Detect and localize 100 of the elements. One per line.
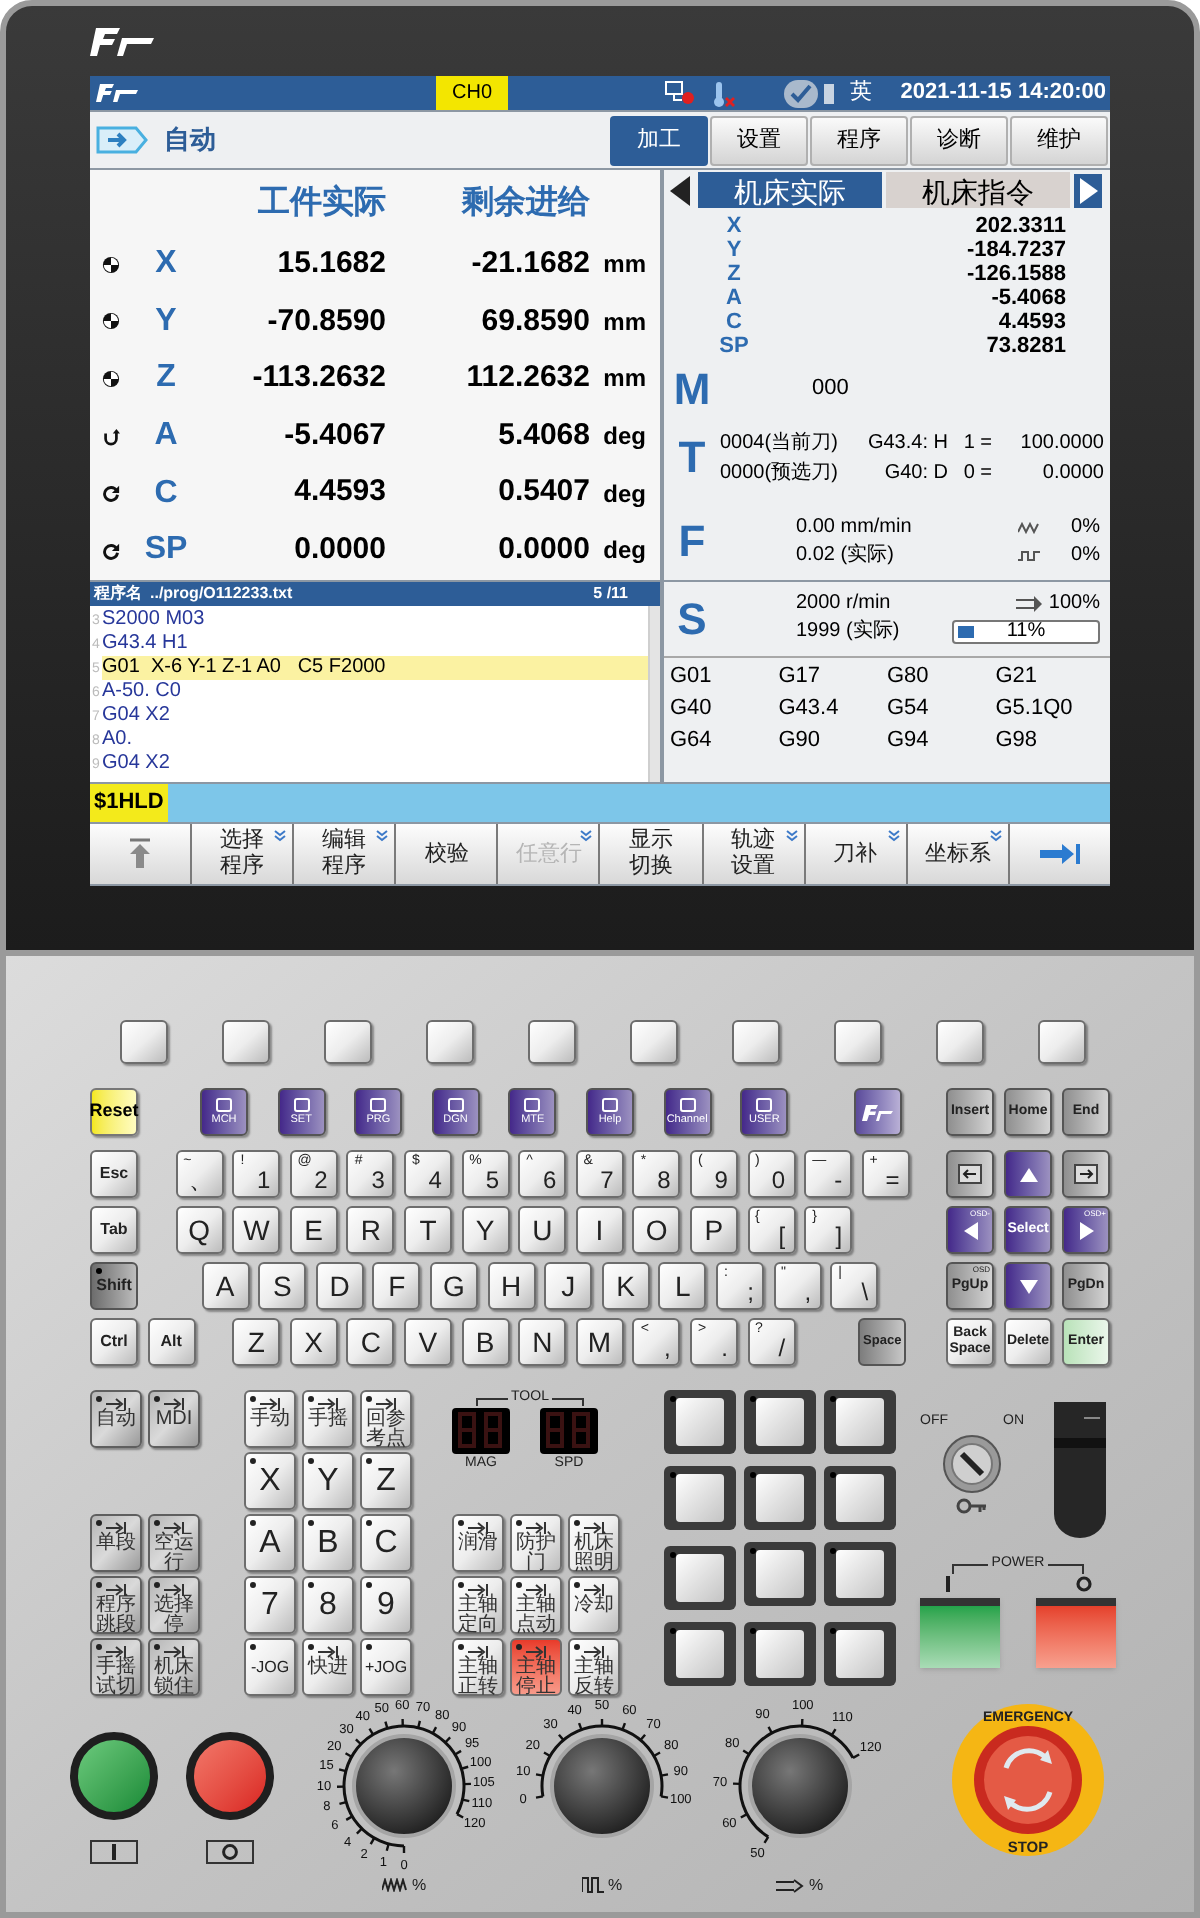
axis-key[interactable]: 手动 bbox=[244, 1390, 296, 1448]
key[interactable]: K bbox=[601, 1262, 650, 1310]
tab[interactable]: 设置 bbox=[710, 115, 808, 165]
custom-key[interactable] bbox=[824, 1466, 896, 1530]
power-on-button[interactable] bbox=[920, 1598, 1000, 1668]
blank-key[interactable] bbox=[222, 1020, 270, 1064]
blank-key[interactable] bbox=[120, 1020, 168, 1064]
mode-key[interactable]: 选择停 bbox=[148, 1576, 200, 1634]
function-key[interactable]: 机床照明 bbox=[568, 1514, 620, 1572]
rotary-knob[interactable] bbox=[550, 1734, 654, 1838]
custom-key[interactable] bbox=[664, 1546, 736, 1610]
key[interactable]: T bbox=[403, 1206, 452, 1254]
softkey[interactable]: 坐标系 bbox=[907, 824, 1008, 884]
code-line[interactable]: A-50. C0 bbox=[102, 680, 648, 704]
tab[interactable]: 加工 bbox=[610, 115, 708, 165]
function-key[interactable]: 主轴点动 bbox=[510, 1576, 562, 1634]
mode-key[interactable]: 手摇试切 bbox=[90, 1638, 142, 1696]
key[interactable]: E bbox=[289, 1206, 338, 1254]
blank-key[interactable] bbox=[426, 1020, 474, 1064]
key[interactable]: J bbox=[544, 1262, 593, 1310]
key[interactable]: H bbox=[487, 1262, 536, 1310]
blank-key[interactable] bbox=[324, 1020, 372, 1064]
blank-key[interactable] bbox=[834, 1020, 882, 1064]
function-key[interactable]: 冷却 bbox=[568, 1576, 620, 1634]
key[interactable]: Z bbox=[232, 1318, 281, 1366]
key[interactable] bbox=[946, 1150, 994, 1198]
axis-key[interactable]: Y bbox=[302, 1452, 354, 1510]
custom-key[interactable] bbox=[744, 1542, 816, 1606]
key[interactable]: S bbox=[258, 1262, 307, 1310]
axis-key[interactable]: B bbox=[302, 1514, 354, 1572]
softkey[interactable]: 选择 程序 bbox=[192, 824, 293, 884]
function-key[interactable]: 防护门 bbox=[510, 1514, 562, 1572]
axis-key[interactable]: 8 bbox=[302, 1576, 354, 1634]
key[interactable]: D bbox=[315, 1262, 364, 1310]
jog-key[interactable]: -JOG bbox=[244, 1638, 296, 1696]
mode-key[interactable]: 空运行 bbox=[148, 1514, 200, 1572]
code-line[interactable]: G43.4 H1 bbox=[102, 632, 648, 656]
left-arrow-icon[interactable] bbox=[666, 173, 694, 207]
tab[interactable]: 程序 bbox=[810, 115, 908, 165]
blank-key[interactable] bbox=[528, 1020, 576, 1064]
right-arrow-icon[interactable] bbox=[1074, 173, 1102, 207]
key-switch[interactable] bbox=[942, 1434, 1002, 1494]
softkey[interactable]: 校验 bbox=[396, 824, 497, 884]
axis-key[interactable]: C bbox=[360, 1514, 412, 1572]
key[interactable] bbox=[1062, 1150, 1110, 1198]
axis-key[interactable]: 快进 bbox=[302, 1638, 354, 1696]
power-off-button[interactable] bbox=[1036, 1598, 1116, 1668]
key[interactable]: Alt bbox=[147, 1318, 196, 1366]
tab[interactable]: 机床指令 bbox=[886, 172, 1070, 208]
logo-key[interactable] bbox=[854, 1088, 903, 1136]
axis-key[interactable]: 7 bbox=[244, 1576, 296, 1634]
mode-key[interactable]: 机床锁住 bbox=[148, 1638, 200, 1696]
key[interactable]: A bbox=[201, 1262, 250, 1310]
function-key[interactable]: 主轴停止 bbox=[510, 1638, 562, 1696]
tab[interactable]: 维护 bbox=[1010, 115, 1108, 165]
blank-key[interactable] bbox=[732, 1020, 780, 1064]
key[interactable]: X bbox=[289, 1318, 338, 1366]
key[interactable]: P bbox=[689, 1206, 738, 1254]
tab[interactable]: 诊断 bbox=[910, 115, 1008, 165]
code-line[interactable]: G04 X2 bbox=[102, 752, 648, 776]
mode-key[interactable]: MDI bbox=[148, 1390, 200, 1448]
blank-key[interactable] bbox=[936, 1020, 984, 1064]
key[interactable] bbox=[1004, 1150, 1052, 1198]
custom-key[interactable] bbox=[824, 1542, 896, 1606]
mode-key[interactable]: 程序跳段 bbox=[90, 1576, 142, 1634]
blank-key[interactable] bbox=[1038, 1020, 1086, 1064]
reset-key[interactable]: Reset bbox=[90, 1088, 138, 1136]
axis-key[interactable]: Z bbox=[360, 1452, 412, 1510]
mode-key[interactable]: 单段 bbox=[90, 1514, 142, 1572]
code-line[interactable]: A0. bbox=[102, 728, 648, 752]
key[interactable]: L bbox=[658, 1262, 707, 1310]
custom-key[interactable] bbox=[824, 1390, 896, 1454]
custom-key[interactable] bbox=[664, 1622, 736, 1686]
key[interactable]: Ctrl bbox=[90, 1318, 138, 1366]
key[interactable]: U bbox=[518, 1206, 567, 1254]
softkey[interactable]: 刀补 bbox=[805, 824, 906, 884]
key[interactable]: M bbox=[575, 1318, 624, 1366]
code-line[interactable]: G04 X2 bbox=[102, 704, 648, 728]
custom-key[interactable] bbox=[744, 1466, 816, 1530]
axis-key[interactable]: 回参考点 bbox=[360, 1390, 412, 1448]
key[interactable]: F bbox=[372, 1262, 421, 1310]
softkey[interactable]: 轨迹 设置 bbox=[703, 824, 804, 884]
scrollbar[interactable] bbox=[648, 606, 660, 782]
jog-key[interactable]: +JOG bbox=[360, 1638, 412, 1696]
axis-key[interactable]: A bbox=[244, 1514, 296, 1572]
rotary-knob[interactable] bbox=[352, 1734, 456, 1838]
mode-key[interactable]: 自动 bbox=[90, 1390, 142, 1448]
usb-port-cover[interactable] bbox=[1048, 1402, 1112, 1538]
function-key[interactable]: 润滑 bbox=[452, 1514, 504, 1572]
function-key[interactable]: 主轴反转 bbox=[568, 1638, 620, 1696]
key[interactable]: N bbox=[518, 1318, 567, 1366]
emergency-stop-button[interactable] bbox=[952, 1704, 1104, 1856]
softkey[interactable]: 编辑 程序 bbox=[294, 824, 395, 884]
rotary-knob[interactable] bbox=[748, 1734, 852, 1838]
key[interactable]: Tab bbox=[90, 1206, 138, 1254]
axis-key[interactable]: X bbox=[244, 1452, 296, 1510]
key[interactable]: Y bbox=[461, 1206, 510, 1254]
function-key[interactable]: 主轴定向 bbox=[452, 1576, 504, 1634]
cycle-start-button[interactable] bbox=[70, 1732, 158, 1820]
feed-hold-button[interactable] bbox=[186, 1732, 274, 1820]
